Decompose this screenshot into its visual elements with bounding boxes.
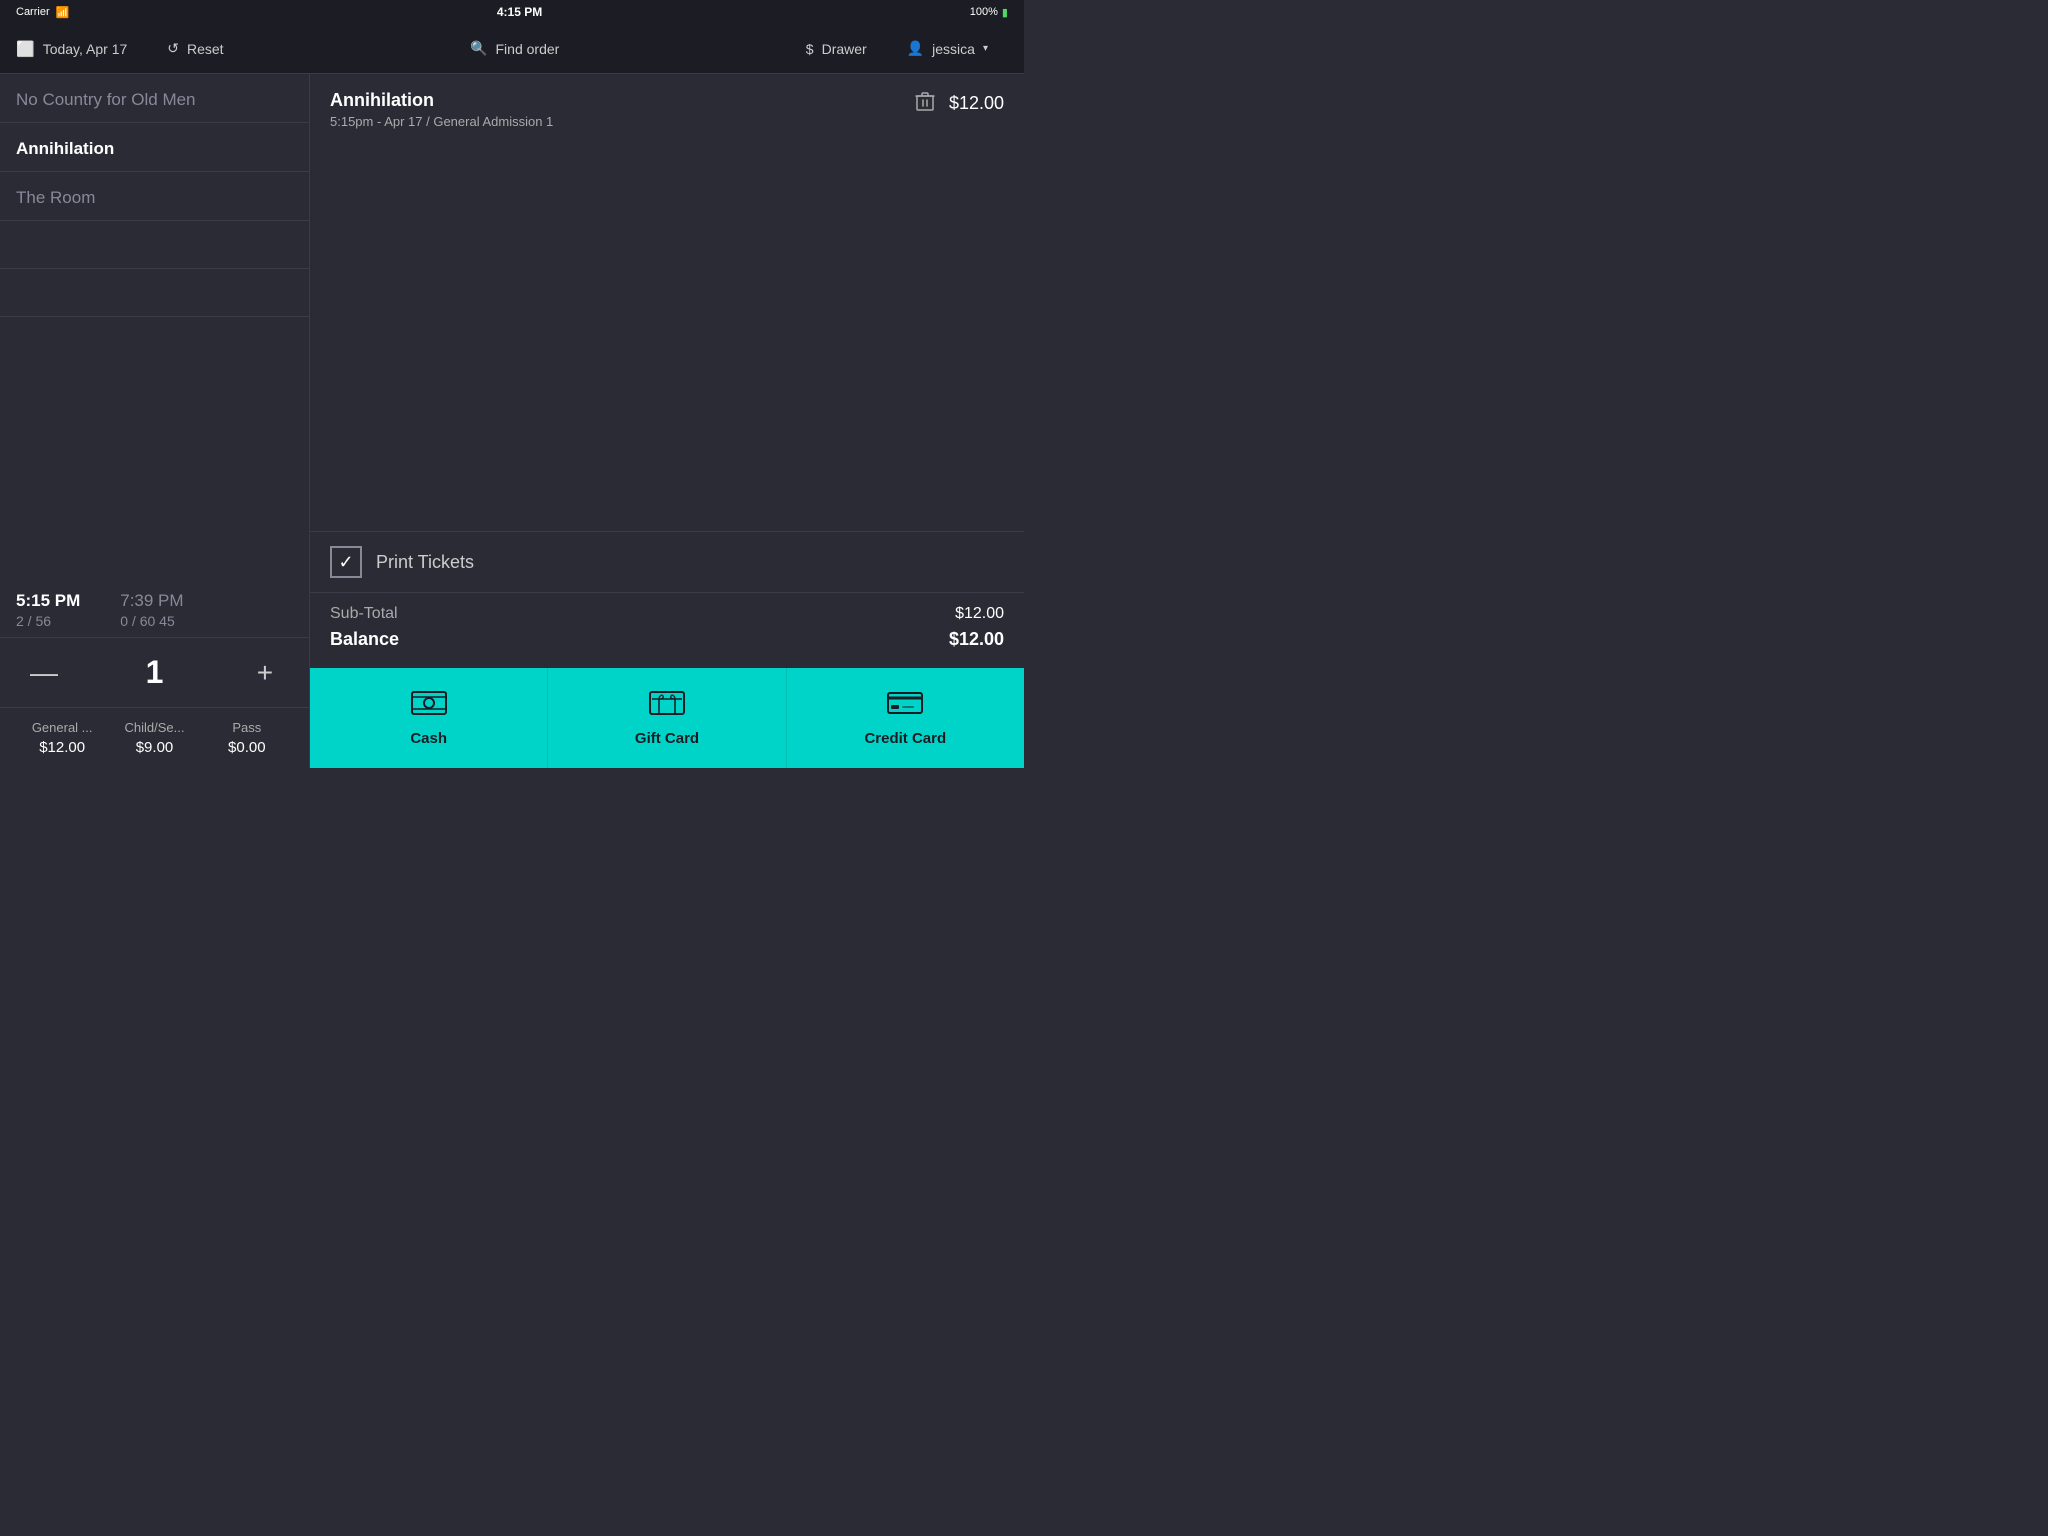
showtime-block-1[interactable]: 5:15 PM 2 / 56 bbox=[16, 591, 80, 629]
list-item bbox=[0, 221, 309, 269]
left-panel: No Country for Old Men Annihilation The … bbox=[0, 74, 310, 768]
subtotal-row: Sub-Total $12.00 bbox=[330, 605, 1004, 623]
print-tickets-label: Print Tickets bbox=[376, 552, 474, 573]
search-icon: 🔍 bbox=[470, 40, 487, 57]
calendar-icon: ⬜ bbox=[16, 40, 35, 58]
ticket-type-price-general: $12.00 bbox=[16, 739, 108, 756]
ticket-type-pass[interactable]: Pass $0.00 bbox=[201, 720, 293, 756]
quantity-bar: — 1 + bbox=[0, 637, 309, 708]
payment-bar: Cash Gift Card bbox=[310, 668, 1024, 768]
wifi-icon: 📶 bbox=[56, 6, 70, 19]
showtime-time-2: 7:39 PM bbox=[120, 591, 183, 611]
showtime-seats-1: 2 / 56 bbox=[16, 613, 80, 629]
nav-bar: ⬜ Today, Apr 17 ↺ Reset 🔍 Find order $ D… bbox=[0, 24, 1024, 74]
ticket-type-price-pass: $0.00 bbox=[201, 739, 293, 756]
showtime-row: 5:15 PM 2 / 56 7:39 PM 0 / 60 45 bbox=[0, 575, 309, 637]
nav-reset[interactable]: ↺ Reset bbox=[147, 24, 243, 73]
status-bar: Carrier 📶 4:15 PM 100% ▮ bbox=[0, 0, 1024, 24]
ticket-types: General ... $12.00 Child/Se... $9.00 Pas… bbox=[0, 708, 309, 768]
carrier-label: Carrier bbox=[16, 6, 50, 18]
reset-icon: ↺ bbox=[167, 40, 179, 57]
drawer-label: Drawer bbox=[822, 41, 867, 57]
order-item-detail: 5:15pm - Apr 17 / General Admission 1 bbox=[330, 114, 553, 129]
payment-gift-card[interactable]: Gift Card bbox=[548, 668, 786, 768]
balance-label: Balance bbox=[330, 629, 399, 650]
order-item-title: Annihilation bbox=[330, 90, 553, 111]
gift-card-label: Gift Card bbox=[635, 730, 699, 747]
showtime-block-2[interactable]: 7:39 PM 0 / 60 45 bbox=[120, 591, 183, 629]
subtotal-label: Sub-Total bbox=[330, 605, 398, 623]
list-item[interactable]: No Country for Old Men bbox=[0, 74, 309, 123]
decrease-button[interactable]: — bbox=[24, 657, 64, 689]
gift-card-icon bbox=[649, 689, 685, 724]
main-layout: No Country for Old Men Annihilation The … bbox=[0, 74, 1024, 768]
time-label: 4:15 PM bbox=[497, 5, 542, 19]
payment-cash[interactable]: Cash bbox=[310, 668, 548, 768]
balance-value: $12.00 bbox=[949, 629, 1004, 650]
showtime-time-1: 5:15 PM bbox=[16, 591, 80, 611]
user-label: jessica bbox=[932, 41, 975, 57]
chevron-down-icon: ▾ bbox=[983, 43, 988, 54]
ticket-type-name-pass: Pass bbox=[201, 720, 293, 735]
subtotal-value: $12.00 bbox=[955, 605, 1004, 623]
dollar-icon: $ bbox=[806, 41, 814, 57]
status-right: 100% ▮ bbox=[970, 6, 1008, 19]
order-item-row: Annihilation 5:15pm - Apr 17 / General A… bbox=[330, 90, 1004, 129]
ticket-type-child[interactable]: Child/Se... $9.00 bbox=[108, 720, 200, 756]
nav-drawer[interactable]: $ Drawer bbox=[786, 24, 887, 73]
cash-label: Cash bbox=[410, 730, 447, 747]
reset-label: Reset bbox=[187, 41, 224, 57]
payment-credit-card[interactable]: Credit Card bbox=[787, 668, 1024, 768]
totals-section: Sub-Total $12.00 Balance $12.00 bbox=[310, 592, 1024, 668]
increase-button[interactable]: + bbox=[245, 657, 285, 689]
right-panel: Annihilation 5:15pm - Apr 17 / General A… bbox=[310, 74, 1024, 768]
order-content: Annihilation 5:15pm - Apr 17 / General A… bbox=[310, 74, 1024, 531]
ticket-type-name-child: Child/Se... bbox=[108, 720, 200, 735]
order-item-price: $12.00 bbox=[949, 93, 1004, 114]
status-left: Carrier 📶 bbox=[16, 6, 69, 19]
quantity-display: 1 bbox=[146, 654, 164, 691]
battery-label: 100% bbox=[970, 6, 998, 18]
nav-user[interactable]: 👤 jessica ▾ bbox=[887, 24, 1008, 73]
order-item-left: Annihilation 5:15pm - Apr 17 / General A… bbox=[330, 90, 553, 129]
movie-title: The Room bbox=[16, 188, 293, 208]
list-item[interactable]: The Room bbox=[0, 172, 309, 221]
list-item bbox=[0, 269, 309, 317]
order-item-right: $12.00 bbox=[915, 90, 1004, 117]
find-order-label: Find order bbox=[496, 41, 560, 57]
user-icon: 👤 bbox=[907, 40, 924, 57]
print-tickets-checkbox[interactable]: ✓ bbox=[330, 546, 362, 578]
delete-item-button[interactable] bbox=[915, 90, 935, 117]
ticket-type-price-child: $9.00 bbox=[108, 739, 200, 756]
credit-card-label: Credit Card bbox=[864, 730, 946, 747]
battery-icon: ▮ bbox=[1002, 6, 1008, 19]
date-label: Today, Apr 17 bbox=[43, 41, 128, 57]
showtime-seats-2: 0 / 60 45 bbox=[120, 613, 183, 629]
ticket-type-general[interactable]: General ... $12.00 bbox=[16, 720, 108, 756]
balance-row: Balance $12.00 bbox=[330, 629, 1004, 650]
movie-title: Annihilation bbox=[16, 139, 293, 159]
nav-find-order[interactable]: 🔍 Find order bbox=[450, 24, 579, 73]
movie-title: No Country for Old Men bbox=[16, 90, 293, 110]
cash-icon bbox=[411, 689, 447, 724]
ticket-type-name-general: General ... bbox=[16, 720, 108, 735]
movie-list: No Country for Old Men Annihilation The … bbox=[0, 74, 309, 575]
print-tickets-row: ✓ Print Tickets bbox=[310, 531, 1024, 592]
credit-card-icon bbox=[887, 689, 923, 724]
list-item[interactable]: Annihilation bbox=[0, 123, 309, 172]
nav-date[interactable]: ⬜ Today, Apr 17 bbox=[16, 24, 147, 73]
checkmark-icon: ✓ bbox=[338, 552, 353, 573]
